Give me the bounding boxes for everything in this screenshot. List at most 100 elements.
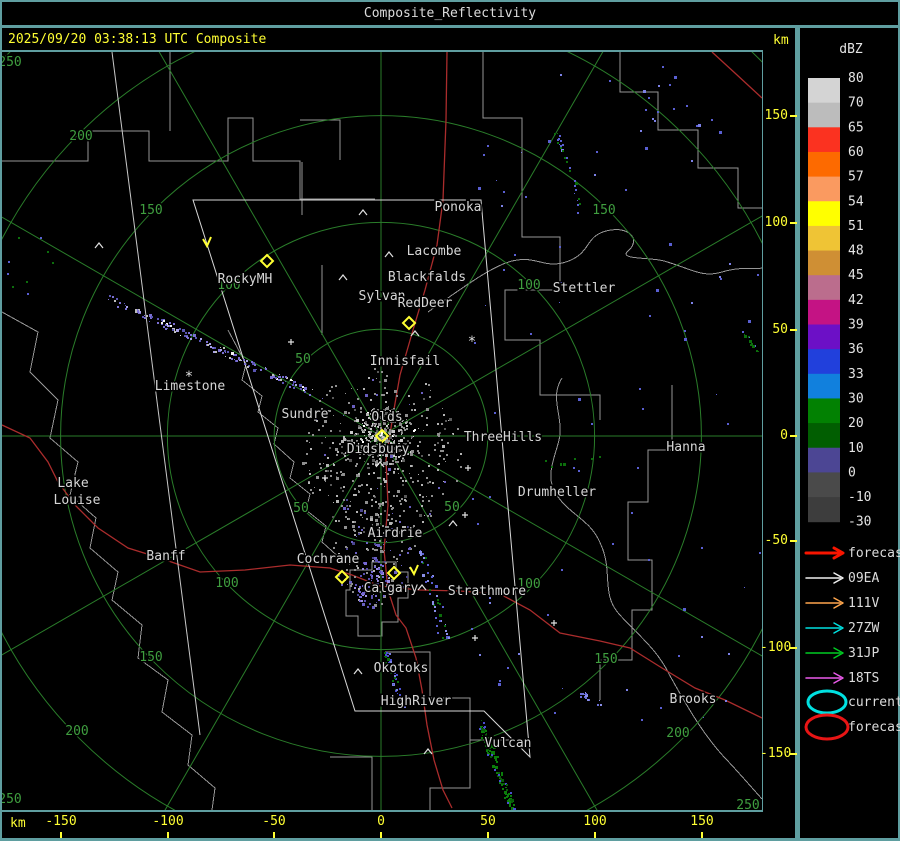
echo-pixel	[289, 386, 291, 388]
echo-pixel	[599, 456, 601, 458]
echo-pixel	[350, 431, 353, 434]
echo-pixel	[422, 470, 424, 472]
echo-pixel	[272, 374, 274, 376]
echo-pixel	[437, 464, 438, 465]
echo-pixel	[346, 499, 348, 501]
echo-pixel	[199, 340, 201, 342]
colorbar-box	[808, 78, 840, 104]
echo-pixel	[335, 542, 337, 544]
echo-pixel	[449, 418, 452, 421]
echo-pixel	[251, 361, 253, 363]
city-label: Louise	[54, 493, 101, 508]
echo-pixel	[380, 427, 382, 429]
echo-pixel	[379, 458, 381, 460]
bottom-axis-label: 0	[377, 814, 385, 829]
right-axis-label: 50	[772, 322, 788, 337]
echo-pixel	[596, 151, 598, 153]
ring-distance-label: 250	[2, 55, 22, 70]
right-axis-tick	[790, 222, 797, 224]
echo-pixel	[395, 457, 397, 459]
radar-map-canvas[interactable]: 2502001501005010015050100150200250501001…	[2, 52, 762, 810]
echo-pixel	[360, 575, 362, 577]
echo-pixel	[374, 566, 376, 568]
echo-pixel	[401, 432, 403, 434]
echo-pixel	[381, 394, 383, 396]
echo-pixel	[329, 390, 331, 392]
echo-pixel	[354, 488, 356, 490]
echo-pixel	[358, 475, 360, 477]
bottom-axis-tick	[273, 832, 275, 838]
echo-pixel	[419, 514, 422, 517]
echo-pixel	[8, 261, 10, 263]
echo-pixel	[385, 501, 387, 503]
echo-pixel	[521, 152, 522, 153]
echo-pixel	[385, 472, 386, 473]
echo-pixel	[373, 472, 375, 474]
caret-marker	[94, 242, 104, 249]
echo-pixel	[439, 603, 441, 605]
echo-pixel	[346, 569, 348, 571]
echo-pixel	[477, 523, 479, 525]
echo-pixel	[371, 571, 373, 573]
echo-pixel	[495, 766, 498, 769]
echo-pixel	[445, 420, 447, 422]
echo-pixel	[372, 606, 375, 609]
echo-pixel	[345, 459, 347, 461]
right-axis-tick	[790, 435, 797, 437]
echo-pixel	[299, 384, 302, 387]
echo-pixel	[293, 383, 294, 384]
echo-pixel	[363, 531, 365, 533]
echo-pixel	[330, 470, 332, 472]
echo-pixel	[273, 376, 275, 378]
echo-pixel	[392, 680, 394, 682]
echo-pixel	[215, 351, 217, 353]
echo-pixel	[386, 541, 387, 542]
echo-pixel	[227, 351, 229, 353]
echo-pixel	[487, 754, 489, 756]
echo-pixel	[376, 568, 378, 570]
echo-pixel	[510, 799, 512, 801]
echo-pixel	[507, 800, 509, 802]
echo-pixel	[109, 295, 111, 297]
echo-pixel	[139, 311, 141, 313]
echo-pixel	[358, 425, 360, 427]
echo-pixel	[392, 507, 394, 509]
echo-pixel	[487, 145, 489, 147]
echo-pixel	[320, 467, 322, 469]
echo-pixel	[560, 140, 562, 142]
right-axis-tick	[790, 647, 797, 649]
echo-pixel	[368, 578, 370, 580]
echo-pixel	[351, 541, 353, 543]
echo-pixel	[356, 419, 359, 422]
county-line	[427, 229, 762, 313]
echo-pixel	[382, 565, 384, 567]
echo-pixel	[206, 341, 208, 343]
echo-pixel	[432, 482, 434, 484]
echo-pixel	[432, 601, 434, 603]
echo-pixel	[420, 550, 421, 551]
echo-pixel	[496, 772, 498, 774]
echo-pixel	[403, 437, 405, 439]
echo-pixel	[397, 490, 400, 493]
echo-pixel	[460, 466, 462, 468]
echo-pixel	[421, 392, 423, 394]
right-axis-label: 100	[764, 215, 788, 230]
echo-pixel	[312, 389, 313, 390]
echo-pixel	[326, 464, 329, 467]
echo-pixel	[356, 511, 358, 513]
echo-pixel	[504, 797, 506, 799]
echo-pixel	[481, 737, 483, 739]
colorbar-box	[808, 447, 840, 473]
radar-map[interactable]: 250 200 150 100 50 100 150 50 100 150 200 250 50 100 1…	[2, 52, 762, 810]
echo-pixel	[328, 495, 329, 496]
echo-pixel	[557, 139, 559, 141]
echo-pixel	[336, 500, 339, 503]
echo-pixel	[389, 522, 392, 525]
echo-pixel	[207, 344, 209, 346]
echo-pixel	[479, 728, 481, 730]
echo-pixel	[370, 574, 372, 576]
echo-pixel	[384, 379, 387, 382]
echo-pixel	[492, 765, 495, 768]
echo-pixel	[321, 442, 323, 444]
echo-pixel	[363, 425, 365, 427]
